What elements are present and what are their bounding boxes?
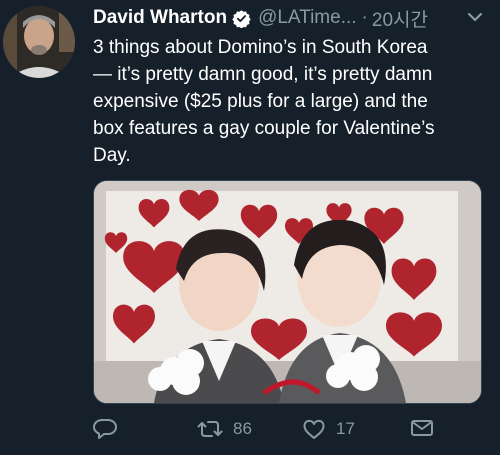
tweet-text-line: Day. (93, 145, 131, 166)
like-button[interactable]: 17 (302, 418, 355, 440)
chevron-down-icon[interactable] (466, 10, 484, 24)
reply-button[interactable] (93, 418, 117, 440)
like-count: 17 (336, 419, 355, 438)
direct-message-button[interactable] (410, 418, 434, 438)
envelope-icon (411, 420, 433, 436)
tweet-media-photo[interactable] (93, 180, 482, 404)
verified-badge-icon (232, 9, 251, 28)
tweet-header: David Wharton @LATime... · 20시간 (93, 5, 428, 32)
retweet-button[interactable]: 86 (197, 418, 252, 440)
tweet-actions: 86 17 (0, 410, 500, 450)
retweet-count: 86 (233, 419, 252, 438)
retweet-icon (197, 421, 223, 437)
tweet-timestamp[interactable]: 20시간 (372, 5, 428, 32)
separator-dot: · (361, 7, 368, 28)
tweet-text-line: expensive ($25 plus for a large) and the (93, 91, 428, 112)
avatar[interactable] (3, 6, 75, 78)
author-handle[interactable]: @LATime... (258, 7, 356, 29)
heart-icon (303, 419, 325, 439)
tweet-text: 3 things about Domino’s in South Korea —… (93, 34, 488, 169)
author-name[interactable]: David Wharton (93, 7, 227, 29)
tweet-card[interactable]: David Wharton @LATime... · 20시간 3 things… (0, 0, 500, 455)
tweet-text-line: — it’s pretty damn good, it’s pretty dam… (93, 64, 433, 85)
reply-icon (93, 418, 117, 439)
tweet-text-line: box features a gay couple for Valentine’… (93, 118, 435, 139)
tweet-text-line: 3 things about Domino’s in South Korea (93, 37, 428, 58)
